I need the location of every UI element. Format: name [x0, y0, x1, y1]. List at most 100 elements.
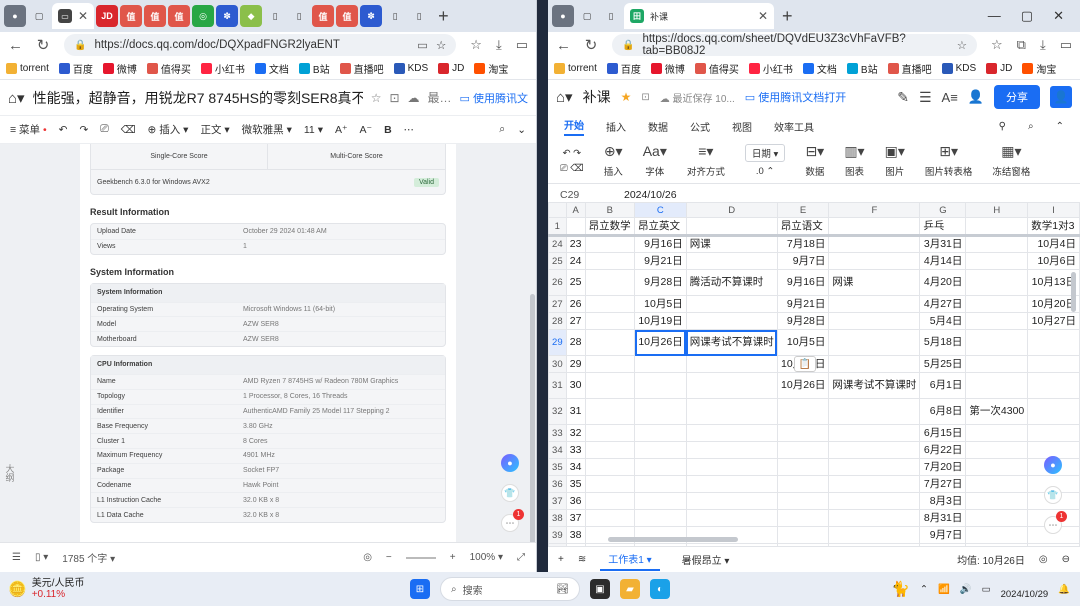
- cell[interactable]: 5月18日: [919, 329, 967, 356]
- cell[interactable]: [685, 252, 778, 270]
- file-explorer-icon[interactable]: ▰: [620, 579, 640, 599]
- cell[interactable]: [828, 509, 921, 527]
- cell[interactable]: 网课: [685, 235, 778, 253]
- bookmark-xhs[interactable]: 小红书: [200, 61, 245, 76]
- more-icon[interactable]: ⋯: [404, 124, 415, 136]
- cell[interactable]: 昂立英文: [634, 217, 687, 237]
- cell[interactable]: 25: [565, 269, 586, 296]
- cell[interactable]: [776, 526, 830, 544]
- bookmark-bilibili[interactable]: B站: [298, 61, 330, 76]
- cell[interactable]: 26: [565, 295, 586, 313]
- row-header[interactable]: 25: [548, 252, 567, 270]
- edge-icon[interactable]: ◐: [650, 579, 670, 599]
- bookmark-jd[interactable]: JD: [438, 63, 464, 74]
- cell[interactable]: 10月26日: [634, 329, 687, 356]
- bold-icon[interactable]: B: [384, 124, 392, 136]
- bookmark-baidu[interactable]: 百度: [606, 61, 641, 76]
- cell[interactable]: [965, 252, 1029, 270]
- tab-home[interactable]: 开始: [564, 117, 584, 136]
- font-group[interactable]: Aa▾ 字体: [643, 143, 667, 178]
- cell[interactable]: [685, 475, 778, 493]
- redo-icon[interactable]: ↷: [79, 124, 88, 136]
- ai-assistant-icon[interactable]: ●: [1044, 456, 1062, 474]
- column-header[interactable]: E: [776, 202, 830, 218]
- cell[interactable]: [634, 372, 687, 399]
- url-input[interactable]: 🔒 https://docs.qq.com/sheet/DQVdEU3Z3cVh…: [612, 33, 977, 57]
- word-count[interactable]: 1785 个字 ▾: [62, 550, 115, 565]
- cell[interactable]: 昂立语文: [776, 217, 830, 237]
- cell[interactable]: 6月15日: [919, 424, 967, 442]
- font-select[interactable]: 微软雅黑 ▾: [242, 122, 292, 137]
- align-group[interactable]: ≡▾ 对齐方式: [687, 143, 725, 178]
- move-icon[interactable]: ⊡: [389, 91, 399, 105]
- cell[interactable]: [685, 355, 778, 373]
- freeze-group[interactable]: ▦▾ 冻结窗格: [992, 143, 1030, 178]
- cell[interactable]: 33: [565, 441, 586, 459]
- bookmark-zdm[interactable]: 值得买: [146, 61, 191, 76]
- row-header[interactable]: 1: [548, 217, 567, 237]
- cell[interactable]: 3月31日: [919, 235, 967, 253]
- cell[interactable]: 34: [565, 458, 586, 476]
- maximize-icon[interactable]: ▢: [1021, 8, 1033, 24]
- download-icon[interactable]: ⤓: [496, 37, 502, 53]
- cell[interactable]: 31: [565, 398, 586, 425]
- number-format-select[interactable]: 日期 ▾: [744, 144, 786, 162]
- cell[interactable]: [634, 492, 687, 510]
- eraser-icon[interactable]: ⌫: [121, 124, 136, 136]
- search-icon[interactable]: ⌕: [1028, 121, 1034, 132]
- cell-reference[interactable]: C29: [560, 189, 600, 201]
- tab-active[interactable]: 田 补课 ✕: [624, 3, 774, 29]
- move-icon[interactable]: ⊡: [641, 92, 649, 103]
- cell[interactable]: [828, 398, 921, 425]
- list-icon[interactable]: ☰: [919, 89, 932, 106]
- row-header[interactable]: 27: [548, 295, 567, 313]
- cell[interactable]: 乒乓: [919, 217, 967, 237]
- cell[interactable]: 4月20日: [919, 269, 967, 296]
- image-to-table-group[interactable]: ⊞▾ 图片转表格: [925, 143, 973, 178]
- bookmark-weibo[interactable]: 微博: [650, 61, 685, 76]
- notification-icon[interactable]: 🔔: [1058, 584, 1070, 595]
- fullscreen-icon[interactable]: ⤢: [517, 552, 525, 563]
- more-menu-icon[interactable]: ⋯ 1: [501, 509, 524, 532]
- cell[interactable]: 网课考试不算课时: [828, 372, 921, 399]
- open-in-app-button[interactable]: ▭ 使用腾讯文: [460, 90, 528, 106]
- tab-data[interactable]: 数据: [648, 119, 668, 134]
- chevron-up-icon[interactable]: ⌃: [920, 584, 928, 595]
- cell[interactable]: [685, 217, 778, 237]
- vertical-scrollbar[interactable]: [1071, 272, 1076, 312]
- cell[interactable]: [685, 398, 778, 425]
- cell[interactable]: 6月22日: [919, 441, 967, 459]
- bookmark-bilibili[interactable]: B站: [846, 61, 878, 76]
- cell[interactable]: [584, 312, 636, 330]
- cell[interactable]: 5月4日: [919, 312, 967, 330]
- close-icon[interactable]: ✕: [78, 9, 88, 23]
- undo-icon[interactable]: ↶ ↷: [563, 148, 582, 159]
- cell[interactable]: [776, 441, 830, 459]
- cell[interactable]: [584, 398, 636, 425]
- cell[interactable]: 36: [565, 492, 586, 510]
- cell[interactable]: [828, 526, 921, 544]
- cell[interactable]: [965, 217, 1029, 237]
- battery-icon[interactable]: ▭: [982, 584, 991, 595]
- cell[interactable]: 10月5日: [776, 329, 830, 356]
- cell[interactable]: [685, 424, 778, 442]
- start-icon[interactable]: ⊞: [410, 579, 430, 599]
- row-header[interactable]: 30: [548, 355, 567, 373]
- cell[interactable]: [965, 475, 1029, 493]
- new-tab-icon[interactable]: +: [782, 6, 793, 27]
- tab-zdm-3[interactable]: 值: [168, 5, 191, 27]
- format-painter-icon[interactable]: ⎚: [100, 123, 108, 136]
- cell[interactable]: [584, 295, 636, 313]
- cell[interactable]: [685, 372, 778, 399]
- task-view-icon[interactable]: ▣: [590, 579, 610, 599]
- row-header[interactable]: 37: [548, 492, 567, 510]
- cell[interactable]: 10月26日: [776, 372, 830, 399]
- cell[interactable]: [634, 475, 687, 493]
- page-action-icon[interactable]: ▭: [417, 38, 428, 52]
- cell[interactable]: 网课: [828, 269, 921, 296]
- sheet-tab-2[interactable]: 暑假昂立 ▾: [674, 549, 738, 570]
- cell[interactable]: 网课考试不算课时: [685, 329, 778, 356]
- ticker-widget[interactable]: 🪙 美元/人民币 +0.11%: [0, 578, 130, 600]
- row-header[interactable]: 32: [548, 398, 567, 425]
- formula-input[interactable]: 2024/10/26: [624, 189, 677, 201]
